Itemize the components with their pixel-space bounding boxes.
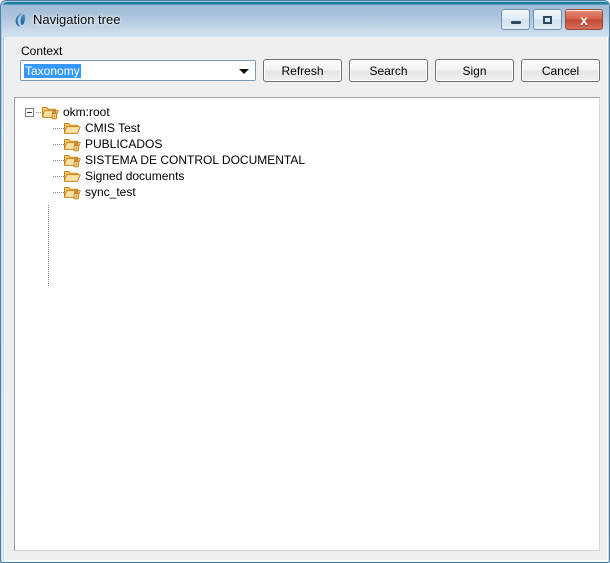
folder-locked-icon	[64, 137, 81, 152]
combobox-selected-value: Taxonomy	[24, 64, 81, 78]
combobox-inner: Taxonomy	[21, 61, 255, 80]
tree-connector-icon	[53, 168, 64, 184]
tree-scroll-area: okm:root CMIS Test PUBLICADOS SISTEMA DE CO…	[16, 99, 598, 549]
tree-node[interactable]: PUBLICADOS	[53, 136, 162, 152]
chevron-down-icon	[239, 69, 249, 74]
context-combobox[interactable]: Taxonomy	[20, 60, 256, 81]
cancel-button[interactable]: Cancel	[521, 59, 600, 82]
tree-node-label: Signed documents	[85, 169, 185, 183]
tree-node[interactable]: sync_test	[53, 184, 136, 200]
dialog-client-area: Context Taxonomy Refresh Search Sign Can…	[4, 37, 608, 561]
window-titlebar[interactable]: Navigation tree x	[2, 2, 609, 37]
tree-node-label: SISTEMA DE CONTROL DOCUMENTAL	[85, 153, 306, 167]
navigation-tree-panel[interactable]: okm:root CMIS Test PUBLICADOS SISTEMA DE CO…	[14, 97, 600, 551]
navigation-tree-window: Navigation tree x Context Taxonomy Refre…	[0, 0, 610, 563]
tree-node[interactable]: Signed documents	[53, 168, 184, 184]
folder-locked-icon	[64, 153, 81, 168]
folder-locked-icon	[64, 185, 81, 200]
sign-button[interactable]: Sign	[435, 59, 514, 82]
tree-connector-icon	[53, 120, 64, 136]
app-logo-icon	[11, 11, 29, 29]
folder-open-icon	[64, 169, 81, 183]
tree-node[interactable]: SISTEMA DE CONTROL DOCUMENTAL	[53, 152, 305, 168]
context-label: Context	[21, 44, 63, 58]
tree-connector-line	[48, 205, 49, 213]
close-icon: x	[566, 10, 602, 29]
folder-open-icon	[64, 121, 81, 135]
combobox-dropdown-button[interactable]	[235, 63, 253, 80]
tree-trunk-line	[48, 213, 49, 287]
maximize-button[interactable]	[533, 9, 562, 30]
tree-node-label: okm:root	[63, 105, 110, 119]
minimize-icon	[502, 10, 529, 29]
window-title: Navigation tree	[33, 12, 121, 27]
search-button[interactable]: Search	[349, 59, 428, 82]
tree-node-label: PUBLICADOS	[85, 137, 163, 151]
tree-node[interactable]: CMIS Test	[53, 120, 140, 136]
folder-locked-icon	[42, 105, 59, 120]
tree-node-label: sync_test	[85, 185, 136, 199]
minimize-button[interactable]	[501, 9, 530, 30]
collapse-minus-icon[interactable]	[25, 107, 34, 117]
maximize-icon	[534, 10, 561, 29]
tree-node-label: CMIS Test	[85, 121, 141, 135]
close-glyph: x	[580, 11, 588, 28]
close-button[interactable]: x	[565, 9, 603, 30]
tree-connector-icon	[53, 184, 64, 200]
tree-node-root[interactable]: okm:root	[25, 104, 110, 120]
tree-connector-icon	[53, 152, 64, 168]
tree-connector-icon	[53, 136, 64, 152]
refresh-button[interactable]: Refresh	[263, 59, 342, 82]
